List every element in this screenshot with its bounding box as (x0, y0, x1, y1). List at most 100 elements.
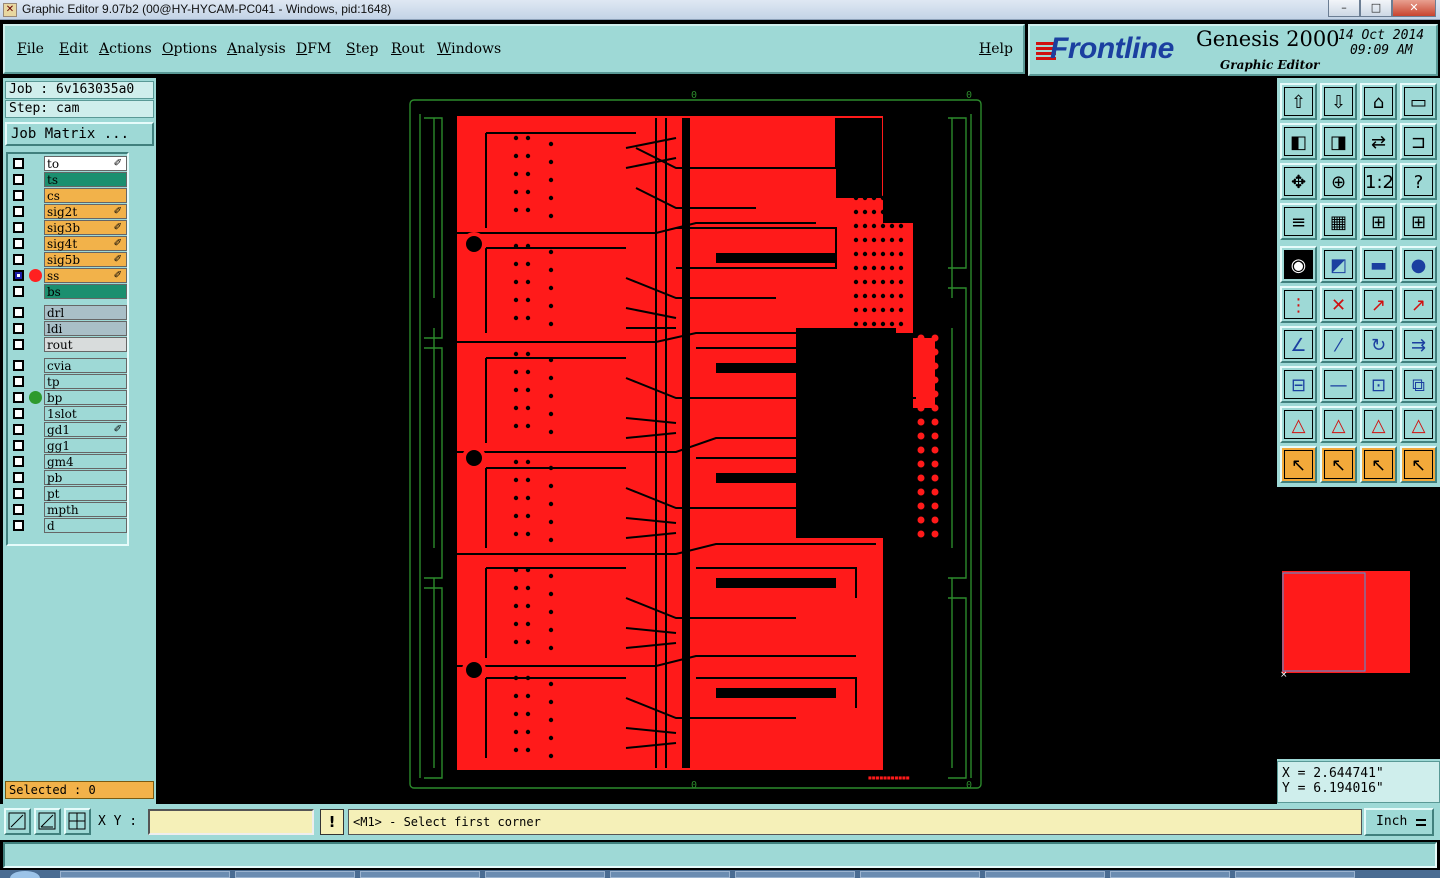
help-tool-button[interactable]: help-icon? (1400, 163, 1437, 200)
grid-tool-button[interactable]: grid-icon▦ (1320, 203, 1357, 240)
mirror-tool-button[interactable]: mirror-icon⇄ (1360, 123, 1397, 160)
layer-name[interactable]: pb (44, 470, 127, 485)
menu-windows[interactable]: Windows (437, 41, 501, 57)
triangle-4-tool-button[interactable]: triangle-4-icon△ (1400, 406, 1437, 443)
angle-tool-button[interactable]: angle-icon∠ (1280, 326, 1317, 363)
taskbar-item[interactable] (860, 871, 980, 878)
start-button[interactable] (10, 871, 40, 878)
graphic-canvas[interactable]: 00 00 ■■■■■■■■■■■ (156, 78, 1276, 804)
layer-checkbox[interactable] (13, 238, 24, 249)
layer-checkbox[interactable] (13, 424, 24, 435)
layer-checkbox[interactable] (13, 323, 24, 334)
layer-checkbox[interactable] (13, 408, 24, 419)
snap-tool-button[interactable]: snap-icon⊐ (1400, 123, 1437, 160)
layer-row-rout[interactable]: rout (10, 337, 127, 352)
taskbar-item[interactable] (360, 871, 480, 878)
layer-name[interactable]: mpth (44, 502, 127, 517)
menu-options[interactable]: Options (162, 41, 217, 57)
message-button[interactable]: ! (320, 809, 344, 835)
layer-name[interactable]: d (44, 518, 127, 533)
taskbar-item[interactable] (735, 871, 855, 878)
taskbar-item[interactable] (985, 871, 1105, 878)
copy-tool-button[interactable]: copy-icon⧉ (1400, 366, 1437, 403)
layer-name[interactable]: gd1 ✐ (44, 422, 127, 437)
layer-checkbox[interactable] (13, 520, 24, 531)
layer-checkbox[interactable] (13, 376, 24, 387)
maximize-button[interactable]: □ (1360, 0, 1392, 17)
layer-row-bp[interactable]: bp (10, 390, 127, 405)
layer-row-sig3b[interactable]: sig3b ✐ (10, 220, 127, 235)
break-tool-button[interactable]: break-icon⊟ (1280, 366, 1317, 403)
layer-row-drl[interactable]: drl (10, 305, 127, 320)
menu-actions[interactable]: Actions (99, 41, 152, 57)
layer-name[interactable]: rout (44, 337, 127, 352)
triangle-3-tool-button[interactable]: triangle-3-icon△ (1360, 406, 1397, 443)
measure-tool-button[interactable]: measure-icon≡ (1280, 203, 1317, 240)
minimize-button[interactable]: – (1328, 0, 1360, 17)
layer-checkbox[interactable] (13, 307, 24, 318)
taskbar-item[interactable] (610, 871, 730, 878)
zoom-back-tool-button[interactable]: zoom-back-icon⇩ (1320, 83, 1357, 120)
menu-edit[interactable]: Edit (59, 41, 88, 57)
slant-tool-button[interactable]: slant-icon⁄ (1320, 326, 1357, 363)
menu-file[interactable]: File (17, 41, 44, 57)
layer-name[interactable]: drl (44, 305, 127, 320)
layer-row-cs[interactable]: cs (10, 188, 127, 203)
layer-checkbox[interactable] (13, 488, 24, 499)
layer-name[interactable]: tp (44, 374, 127, 389)
layer-display-2-tool-button[interactable]: layer-display-2-icon⊞ (1400, 203, 1437, 240)
layer-row-cvia[interactable]: cvia (10, 358, 127, 373)
layer-name[interactable]: sig5b ✐ (44, 252, 127, 267)
menu-step[interactable]: Step (346, 41, 378, 57)
layer-name[interactable]: ss ✐ (44, 268, 127, 283)
select-circle-tool-button[interactable]: select-circle-icon↖ (1360, 446, 1397, 483)
layer-row-bs[interactable]: bs (10, 284, 127, 299)
close-button[interactable]: ✕ (1392, 0, 1436, 17)
point-tool-button[interactable]: point-icon↗ (1360, 286, 1397, 323)
layer-checkbox[interactable] (13, 456, 24, 467)
taskbar-item[interactable] (1235, 871, 1355, 878)
layer-name[interactable]: bp (44, 390, 127, 405)
grid-snap-button[interactable] (64, 808, 91, 835)
layer-name[interactable]: pt (44, 486, 127, 501)
point-2-tool-button[interactable]: point-2-icon↗ (1400, 286, 1437, 323)
layer-checkbox[interactable] (13, 222, 24, 233)
arc-tool-button[interactable]: arc-icon↻ (1360, 326, 1397, 363)
line-tool-button[interactable]: line-icon◩ (1320, 246, 1357, 283)
select-tool-button[interactable]: select-icon↖ (1280, 446, 1317, 483)
select-box-tool-button[interactable]: select-box-icon↖ (1320, 446, 1357, 483)
layer-name[interactable]: ts (44, 172, 127, 187)
menu-rout[interactable]: Rout (391, 41, 425, 57)
layer-name[interactable]: sig2t ✐ (44, 204, 127, 219)
layer-row-tp[interactable]: tp (10, 374, 127, 389)
home-tool-button[interactable]: home-icon⌂ (1360, 83, 1397, 120)
center-tool-button[interactable]: center-icon⊕ (1320, 163, 1357, 200)
layer-row-gd1[interactable]: gd1 ✐ (10, 422, 127, 437)
scale-1-2-tool-button[interactable]: scale-1-2-icon1:2 (1360, 163, 1397, 200)
taskbar-item[interactable] (235, 871, 355, 878)
job-matrix-button[interactable]: Job Matrix ... (5, 122, 154, 146)
layer-name[interactable]: sig4t ✐ (44, 236, 127, 251)
menu-help[interactable]: Help (979, 41, 1013, 57)
cross-tool-button[interactable]: cross-icon✕ (1320, 286, 1357, 323)
menu-dfm[interactable]: DFM (296, 41, 331, 57)
layer-name[interactable]: ldi (44, 321, 127, 336)
layer-checkbox[interactable] (13, 270, 24, 281)
ruler-tool-button[interactable]: ruler-icon▬ (1360, 246, 1397, 283)
layer-row-gm4[interactable]: gm4 (10, 454, 127, 469)
snap-angle-button[interactable] (34, 808, 61, 835)
select-route-tool-button[interactable]: select-route-icon↖ (1400, 446, 1437, 483)
unit-selector[interactable]: Inch (1364, 808, 1434, 836)
layer-checkbox[interactable] (13, 504, 24, 515)
layer-checkbox[interactable] (13, 392, 24, 403)
app-icon[interactable]: ✕ (3, 3, 17, 17)
fit-tool-button[interactable]: fit-icon✥ (1280, 163, 1317, 200)
layer-checkbox[interactable] (13, 206, 24, 217)
layer-name[interactable]: cvia (44, 358, 127, 373)
triangle-tool-button[interactable]: triangle-icon△ (1280, 406, 1317, 443)
layer-name[interactable]: to ✐ (44, 156, 127, 171)
layer-checkbox[interactable] (13, 286, 24, 297)
overview-window[interactable]: × (1277, 487, 1440, 759)
segment-tool-button[interactable]: segment-icon— (1320, 366, 1357, 403)
layer-display-tool-button[interactable]: layer-display-icon⊞ (1360, 203, 1397, 240)
